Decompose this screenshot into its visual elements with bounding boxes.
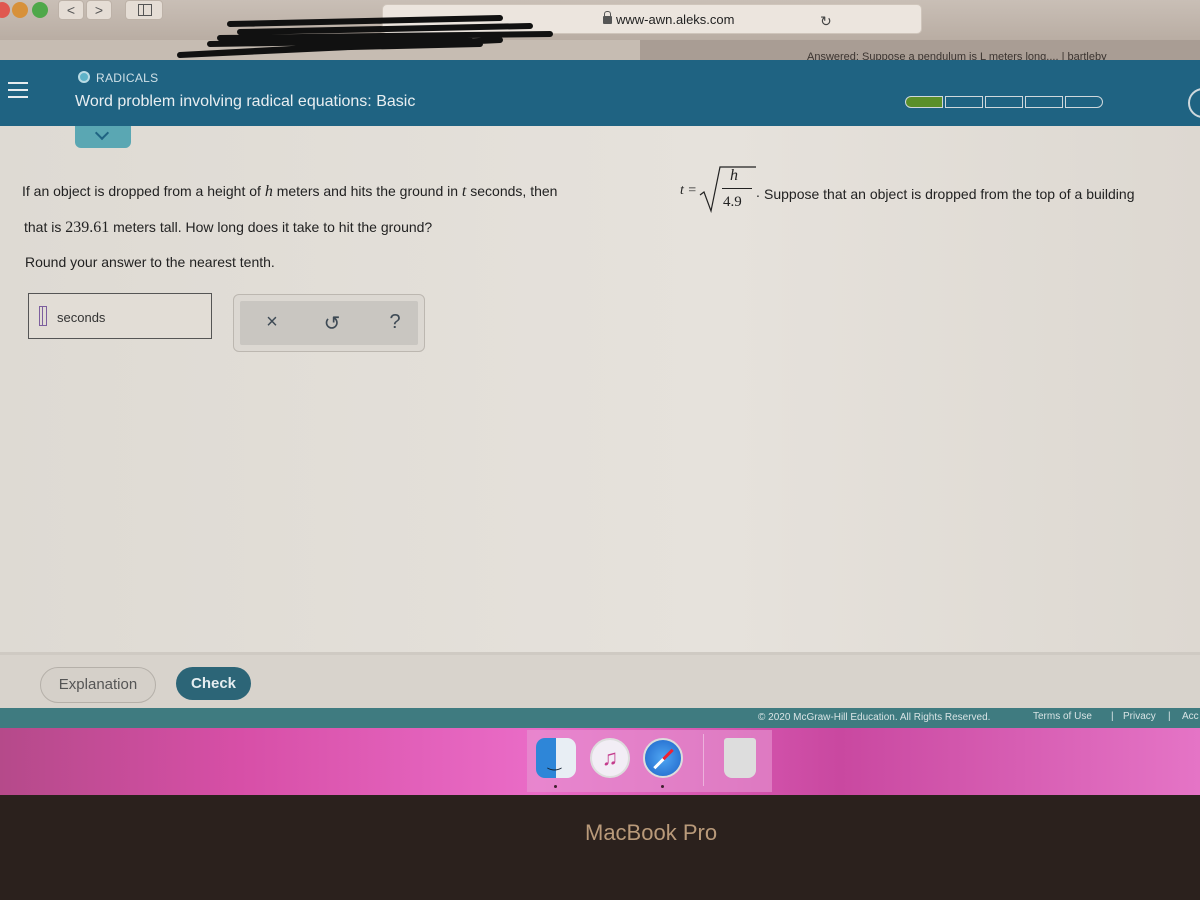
text: meters and hits the ground in — [272, 183, 462, 199]
help-icon[interactable]: ? — [383, 311, 407, 334]
text: that is — [24, 219, 66, 235]
period: . — [756, 184, 760, 200]
running-indicator — [554, 785, 557, 788]
answer-input[interactable]: seconds — [28, 293, 212, 339]
fraction-numerator: h — [730, 167, 738, 184]
unit-label: seconds — [57, 310, 106, 325]
topic-header: RADICALS Word problem involving radical … — [0, 60, 1200, 126]
url-display: www-awn.aleks.com — [603, 11, 735, 27]
clear-icon[interactable]: × — [260, 311, 284, 334]
lock-icon — [603, 11, 612, 24]
trash-icon[interactable] — [724, 738, 756, 778]
problem-text-line-1: If an object is dropped from a height of… — [22, 183, 557, 201]
undo-icon[interactable]: ↺ — [320, 311, 344, 336]
equals-text: t = — [680, 183, 697, 198]
url-text: www-awn.aleks.com — [616, 12, 735, 27]
terms-link[interactable]: Terms of Use — [1033, 711, 1092, 722]
fraction-denominator: 4.9 — [723, 194, 742, 210]
text-cursor-icon — [39, 306, 47, 326]
topic-status-icon — [78, 71, 90, 83]
sidebar-icon — [138, 4, 152, 16]
forward-button[interactable]: > — [86, 0, 112, 20]
problem-area — [0, 126, 1200, 656]
back-button[interactable]: < — [58, 0, 84, 20]
safari-icon[interactable] — [643, 738, 683, 778]
topic-title: Word problem involving radical equations… — [75, 93, 416, 110]
variable-h: h — [264, 183, 273, 200]
maximize-window-button[interactable] — [32, 2, 48, 18]
screen: < > www-awn.aleks.com ↻ Answered: Suppos… — [0, 0, 1200, 900]
problem-text-line-1-continued: Suppose that an object is dropped from t… — [764, 186, 1135, 202]
close-window-button[interactable] — [0, 2, 10, 18]
rounding-instruction: Round your answer to the nearest tenth. — [25, 254, 275, 270]
answer-tools: × ↺ ? — [233, 294, 425, 352]
privacy-link[interactable]: Privacy — [1123, 711, 1156, 722]
progress-segment-complete — [905, 96, 943, 108]
running-indicator — [661, 785, 664, 788]
progress-bar — [905, 96, 1103, 108]
chevron-down-icon — [94, 125, 110, 141]
progress-segment — [945, 96, 983, 108]
finder-icon[interactable] — [536, 738, 576, 778]
header-menu-button[interactable] — [1188, 88, 1200, 118]
copyright: © 2020 McGraw-Hill Education. All Rights… — [758, 712, 991, 723]
footer-separator: | — [1111, 711, 1114, 722]
dock-separator — [703, 734, 704, 786]
check-button[interactable]: Check — [176, 667, 251, 700]
accessibility-link[interactable]: Acc — [1182, 711, 1199, 722]
minimize-window-button[interactable] — [12, 2, 28, 18]
text: seconds, then — [466, 183, 558, 199]
equals-expression: t = — [680, 183, 697, 199]
text: If an object is dropped from a height of — [22, 183, 265, 199]
device-label: MacBook Pro — [585, 820, 718, 845]
expand-toggle[interactable] — [75, 125, 131, 148]
sidebar-toggle-button[interactable] — [125, 0, 163, 20]
menu-icon[interactable] — [8, 82, 28, 98]
progress-segment — [1065, 96, 1103, 108]
footer: © 2020 McGraw-Hill Education. All Rights… — [0, 708, 1200, 728]
dock: ♫ — [527, 730, 772, 792]
problem-text-line-2: that is 239.61 meters tall. How long doe… — [24, 219, 432, 237]
reload-icon[interactable]: ↻ — [820, 13, 832, 30]
building-height: 239.61 — [65, 219, 110, 236]
fraction-bar — [722, 188, 752, 189]
tools-inner: × ↺ ? — [240, 301, 418, 345]
topic-category: RADICALS — [96, 71, 159, 85]
progress-segment — [985, 96, 1023, 108]
footer-separator: | — [1168, 711, 1171, 722]
laptop-bezel — [0, 795, 1200, 900]
text: meters tall. How long does it take to hi… — [109, 219, 433, 235]
progress-segment — [1025, 96, 1063, 108]
explanation-button[interactable]: Explanation — [40, 667, 156, 703]
music-icon[interactable]: ♫ — [590, 738, 630, 778]
